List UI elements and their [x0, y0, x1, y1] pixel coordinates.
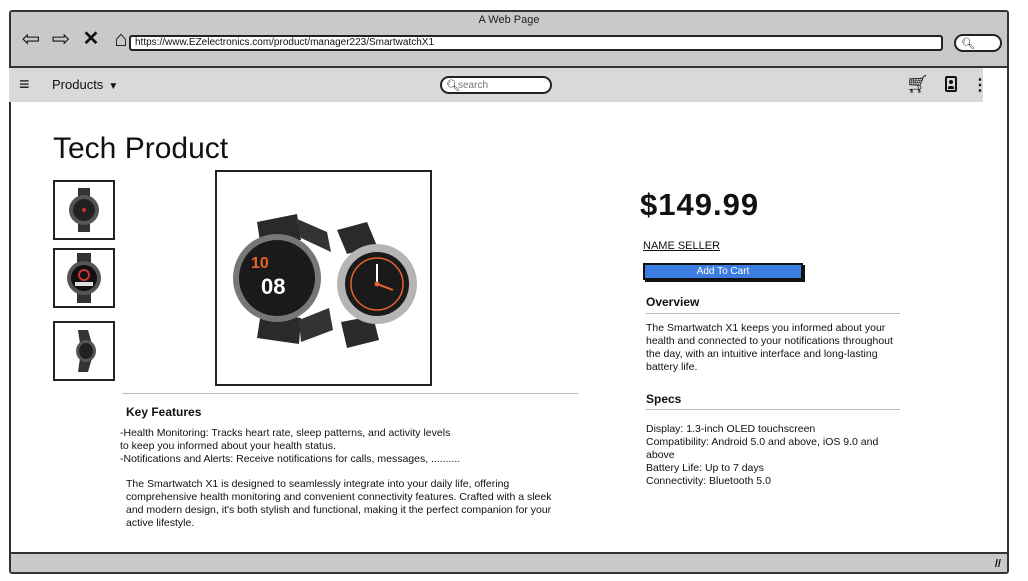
search-icon: 🔍︎: [961, 38, 975, 50]
key-feature-line: to keep you informed about your health s…: [120, 440, 336, 452]
app-toolbar: ≡ Products ▼ 🔍︎ 🛒︎ ⋮: [9, 68, 988, 102]
watch-face-thumbnail: [67, 253, 101, 303]
thumbnail-1[interactable]: [53, 180, 115, 240]
forward-arrow-icon[interactable]: ⇨: [49, 28, 73, 50]
specs-list: Display: 1.3-inch OLED touchscreen Compa…: [646, 423, 901, 488]
products-label: Products: [52, 77, 104, 92]
thumbnail-3[interactable]: [53, 321, 115, 381]
key-features-list: -Health Monitoring: Tracks heart rate, s…: [120, 427, 480, 466]
page-title: Tech Product: [53, 132, 229, 165]
window-title: A Web Page: [478, 14, 540, 26]
specs-title: Specs: [646, 392, 682, 406]
status-bar: //: [11, 552, 1007, 572]
spec-line: Battery Life: Up to 7 days: [646, 462, 764, 474]
product-search-box[interactable]: 🔍︎: [440, 76, 552, 94]
cart-icon[interactable]: 🛒︎: [906, 74, 929, 95]
key-feature-line: -Notifications and Alerts: Receive notif…: [120, 453, 461, 465]
overview-title: Overview: [646, 295, 700, 309]
caret-down-icon: ▼: [108, 81, 119, 92]
spec-line: Compatibility: Android 5.0 and above, iO…: [646, 436, 879, 461]
close-icon[interactable]: ✕: [79, 28, 103, 50]
thumbnail-2[interactable]: [53, 248, 115, 308]
browser-chrome: A Web Page ⇦ ⇨ ✕ ⌂ https://www.EZelectro…: [11, 12, 1007, 68]
products-dropdown[interactable]: Products ▼: [52, 77, 118, 92]
seller-link[interactable]: NAME SELLER: [643, 240, 720, 252]
add-to-cart-button[interactable]: Add To Cart: [643, 263, 803, 280]
svg-text:08: 08: [261, 274, 285, 299]
smartwatch-image: 10 08: [233, 214, 417, 348]
spec-line: Connectivity: Bluetooth 5.0: [646, 475, 771, 487]
product-description: The Smartwatch X1 is designed to seamles…: [126, 478, 552, 529]
content-divider: [122, 393, 578, 394]
spec-line: Display: 1.3-inch OLED touchscreen: [646, 423, 816, 435]
browser-nav: ⇦ ⇨ ✕ ⌂: [19, 28, 133, 51]
hamburger-icon[interactable]: ≡: [19, 74, 30, 95]
back-arrow-icon[interactable]: ⇦: [19, 28, 43, 50]
key-features-title: Key Features: [126, 405, 202, 419]
overview-divider: [646, 313, 900, 314]
kebab-icon[interactable]: ⋮: [972, 75, 988, 95]
resize-grip-icon[interactable]: //: [995, 558, 1001, 570]
browser-search-box[interactable]: 🔍︎: [954, 34, 1002, 52]
overview-text: The Smartwatch X1 keeps you informed abo…: [646, 322, 893, 373]
key-feature-line: -Health Monitoring: Tracks heart rate, s…: [120, 427, 451, 439]
search-input[interactable]: [458, 79, 546, 92]
address-bar[interactable]: https://www.EZelectronics.com/product/ma…: [129, 35, 943, 51]
svg-text:10: 10: [251, 255, 269, 272]
account-icon[interactable]: [945, 76, 957, 92]
main-product-image: 10 08: [215, 170, 432, 386]
watch-side-thumbnail: [76, 330, 96, 372]
watch-front-thumbnail: [69, 188, 99, 232]
specs-divider: [646, 409, 900, 410]
product-price: $149.99: [640, 187, 760, 222]
